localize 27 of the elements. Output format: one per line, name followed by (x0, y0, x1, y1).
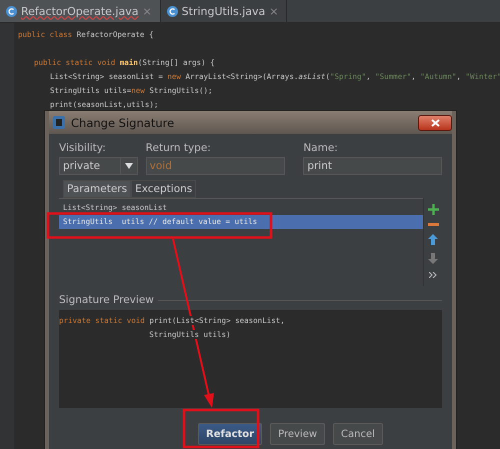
dialog-button[interactable]: Refactor (198, 423, 262, 445)
close-icon (430, 118, 440, 126)
dropdown-arrow-icon (124, 163, 133, 169)
visibility-dropdown[interactable]: private (59, 157, 138, 175)
field-label: Return type: (146, 142, 212, 154)
editor-tab[interactable]: StringUtils.java × (160, 0, 288, 22)
class-icon (6, 6, 17, 16)
tab-label: StringUtils.java (182, 4, 266, 18)
field-label: Name: (303, 142, 339, 154)
tab-label: RefactorOperate.java (21, 4, 138, 18)
field-label: Visibility: (59, 142, 107, 154)
section-label: Signature Preview (59, 294, 154, 306)
tab[interactable]: Parameters (63, 180, 132, 198)
dialog-title: Change Signature (71, 116, 174, 130)
name-field[interactable]: print (303, 157, 442, 175)
close-icon[interactable]: × (269, 4, 278, 18)
close-button[interactable] (418, 114, 452, 130)
editor-tab[interactable]: RefactorOperate.java × (0, 0, 161, 22)
add-icon[interactable] (428, 204, 438, 215)
class-icon (166, 6, 178, 16)
arrow-up-icon[interactable] (428, 234, 438, 245)
app-icon (53, 116, 65, 129)
dialog-button[interactable]: Cancel (333, 423, 383, 445)
remove-icon[interactable] (428, 223, 438, 226)
more-icon[interactable] (429, 272, 437, 278)
tab[interactable]: Exceptions (131, 180, 196, 198)
dialog-button[interactable]: Preview (270, 423, 326, 445)
